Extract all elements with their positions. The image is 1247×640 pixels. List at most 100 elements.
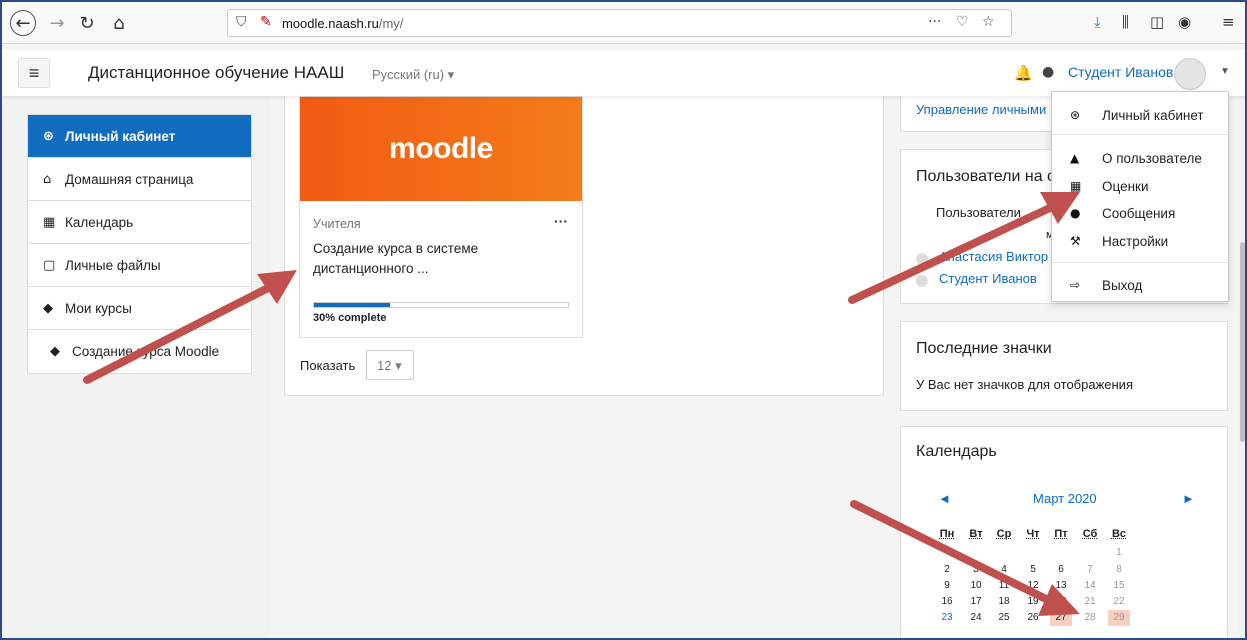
calendar-day: 26 (1027, 612, 1039, 623)
sidebar-item-calendar[interactable]: ▦ Календарь (28, 201, 251, 244)
sidebar-item-home[interactable]: ⌂ Домашняя страница (28, 158, 251, 201)
forward-icon[interactable]: → (44, 10, 70, 36)
user-icon: ▲ (1070, 151, 1080, 165)
sidebar-toggle-icon[interactable]: ◫ (1150, 13, 1164, 31)
calendar-day: 11 (998, 580, 1010, 591)
calendar-weekday: Чт (1026, 528, 1040, 540)
calendar-weekday: Пн (939, 528, 955, 540)
calendar-day: 9 (944, 580, 950, 591)
url-text[interactable]: moodle.naash.ru/my/ (282, 16, 403, 31)
menu-item-messages[interactable]: ● Сообщения (1052, 201, 1228, 225)
block-title: Пользователи на с (916, 168, 1056, 185)
calendar-day: 18 (998, 596, 1010, 607)
course-progress-fill (314, 303, 391, 307)
calendar-day: 17 (970, 596, 982, 607)
calendar-day: 7 (1087, 564, 1093, 575)
menu-item-profile[interactable]: ▲ О пользователе (1052, 146, 1228, 170)
bookmark-star-icon[interactable]: ☆ (982, 14, 995, 30)
menu-item-logout[interactable]: ⇨ Выход (1052, 273, 1228, 297)
calendar-day: 19 (1027, 596, 1039, 607)
calendar-day[interactable]: 27 (1050, 610, 1072, 626)
pocket-icon[interactable]: ♡ (956, 14, 969, 30)
dashboard-icon: ⊛ (43, 128, 54, 144)
file-icon: ▢ (43, 257, 56, 273)
course-actions-menu-icon[interactable]: ··· (554, 213, 568, 229)
calendar-next-icon[interactable]: ► (1182, 491, 1195, 506)
sidebar-nav: ⊛ Личный кабинет ⌂ Домашняя страница ▦ К… (27, 114, 252, 374)
calendar-day: 28 (1084, 612, 1096, 623)
sidebar-item-course[interactable]: ◆ Создание курса Moodle (28, 330, 251, 373)
messages-icon[interactable]: ● (1042, 64, 1054, 80)
table-icon: ▦ (1070, 179, 1082, 193)
calendar-day: 8 (1116, 564, 1122, 575)
calendar-day: 21 (1084, 596, 1096, 607)
language-menu[interactable]: Русский (ru) ▾ (372, 67, 454, 83)
site-navbar: ≡ Дистанционное обучение НААШ Русский (r… (2, 50, 1245, 96)
menu-divider (1052, 262, 1228, 263)
manage-files-link[interactable]: Управление личными (916, 102, 1046, 117)
calendar-day[interactable]: 29 (1108, 610, 1130, 626)
nav-drawer: ⊛ Личный кабинет ⌂ Домашняя страница ▦ К… (2, 96, 270, 638)
address-bar[interactable]: ⛉ ✎ moodle.naash.ru/my/ ··· ♡ ☆ (227, 9, 1012, 37)
graduation-cap-icon: ◆ (43, 300, 53, 316)
menu-item-label: Оценки (1102, 178, 1149, 194)
scrollbar-thumb[interactable] (1240, 242, 1245, 442)
site-name[interactable]: Дистанционное обучение НААШ (88, 63, 344, 83)
course-image[interactable]: moodle (300, 97, 582, 201)
sidebar-item-label: Личный кабинет (65, 128, 176, 144)
user-menu-name[interactable]: Студент Иванов (1068, 64, 1173, 80)
calendar-day[interactable]: 23 (936, 610, 958, 626)
menu-item-grades[interactable]: ▦ Оценки (1052, 174, 1228, 198)
back-icon[interactable]: ← (10, 10, 36, 36)
sidebar-item-label: Домашняя страница (65, 171, 194, 187)
calendar-day: 2 (944, 564, 950, 575)
menu-item-label: Настройки (1102, 233, 1169, 249)
calendar-day: 25 (998, 612, 1010, 623)
calendar-day: 1 (1116, 547, 1122, 558)
online-user-link[interactable]: Студент Иванов (939, 271, 1037, 286)
moodle-logo: moodle (389, 132, 493, 165)
library-icon[interactable]: ⫼ (1122, 13, 1129, 31)
download-icon[interactable]: ⤓ (1094, 13, 1101, 31)
sidebar-item-dashboard[interactable]: ⊛ Личный кабинет (28, 115, 251, 158)
calendar-day: 12 (1027, 580, 1039, 591)
comment-icon: ● (1070, 206, 1081, 220)
home-icon[interactable]: ⌂ (106, 10, 132, 36)
calendar-prev-icon[interactable]: ◄ (938, 491, 951, 506)
block-title: Последние значки (916, 340, 1052, 357)
drawer-toggle-button[interactable]: ≡ (18, 58, 50, 88)
avatar[interactable] (1174, 58, 1206, 90)
sidebar-item-label: Личные файлы (65, 257, 161, 273)
calendar-month-link[interactable]: Март 2020 (1033, 491, 1097, 506)
online-user-link[interactable]: Анастасия Виктор (939, 249, 1048, 264)
menu-item-dashboard[interactable]: ⊛ Личный кабинет (1052, 103, 1228, 127)
sidebar-item-my-courses[interactable]: ◆ Мои курсы (28, 287, 251, 330)
window-frame: ← → ↻ ⌂ ⛉ ✎ moodle.naash.ru/my/ ··· ♡ ☆ … (0, 0, 1247, 640)
calendar-day: 10 (970, 580, 982, 591)
home-icon: ⌂ (43, 171, 52, 187)
sign-out-icon: ⇨ (1070, 278, 1081, 292)
menu-item-label: О пользователе (1102, 150, 1202, 166)
shield-icon[interactable]: ⛉ (236, 14, 247, 30)
menu-item-preferences[interactable]: ⚒ Настройки (1052, 229, 1228, 253)
account-icon[interactable]: ◉ (1178, 13, 1191, 31)
insecure-lock-icon[interactable]: ✎ (260, 14, 272, 30)
page-actions-icon[interactable]: ··· (928, 14, 941, 30)
course-card[interactable]: moodle Учителя ··· Создание курса в сист… (299, 96, 583, 338)
calendar-day: 24 (970, 612, 982, 623)
course-name-link[interactable]: Создание курса в системе дистанционного … (313, 239, 568, 279)
reload-icon[interactable]: ↻ (74, 10, 100, 36)
browser-toolbar: ← → ↻ ⌂ ⛉ ✎ moodle.naash.ru/my/ ··· ♡ ☆ … (2, 2, 1245, 44)
calendar-weekday: Пт (1054, 528, 1068, 540)
show-count-label: Показать (300, 358, 356, 373)
menu-icon[interactable]: ≡ (1222, 13, 1235, 31)
show-count-select[interactable]: 12 ▾ (366, 350, 414, 380)
notification-bell-icon[interactable]: 🔔 (1014, 64, 1033, 82)
chevron-down-icon[interactable]: ▼ (1220, 66, 1230, 77)
online-users-text: Пользователи (936, 205, 1021, 220)
calendar-day: 5 (1030, 564, 1036, 575)
sidebar-item-label: Создание курса Moodle (72, 344, 220, 359)
recent-badges-block: Последние значки У Вас нет значков для о… (900, 321, 1228, 411)
sidebar-item-private-files[interactable]: ▢ Личные файлы (28, 244, 251, 287)
user-menu-dropdown: ⊛ Личный кабинет ▲ О пользователе ▦ Оцен… (1051, 91, 1229, 302)
